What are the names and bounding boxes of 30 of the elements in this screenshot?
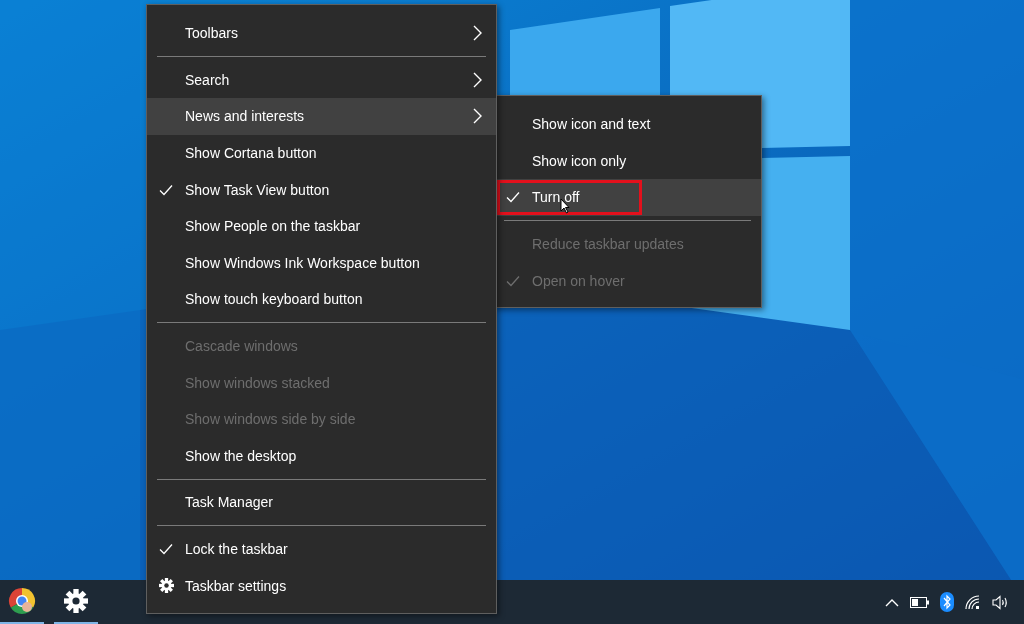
menu-item[interactable]: Toolbars	[147, 15, 496, 52]
chevron-right-icon	[473, 71, 482, 88]
bluetooth-icon[interactable]	[940, 592, 954, 612]
gear-icon	[64, 589, 88, 613]
speaker-icon[interactable]	[992, 594, 1010, 610]
checkmark-icon	[506, 191, 520, 204]
menu-item[interactable]: Search	[147, 61, 496, 99]
menu-item[interactable]: Show Windows Ink Workspace button	[147, 244, 496, 282]
chevron-right-icon	[473, 108, 482, 125]
caret-up-icon[interactable]	[885, 597, 899, 607]
gear-icon	[159, 578, 174, 594]
menu-item[interactable]: Task Manager	[147, 484, 496, 521]
menu-item[interactable]: Show icon only	[494, 142, 761, 180]
checkmark-icon	[159, 543, 173, 555]
menu-item[interactable]: Lock the taskbar	[147, 530, 496, 568]
menu-item[interactable]: News and interests	[147, 98, 496, 135]
menu-item[interactable]: Show touch keyboard button	[147, 281, 496, 318]
battery-icon[interactable]	[910, 596, 929, 608]
menu-item[interactable]: Show Task View button	[147, 171, 496, 208]
checkmark-icon	[159, 183, 173, 196]
menu-item[interactable]: Show icon and text	[494, 106, 761, 143]
menu-item[interactable]: Show People on the taskbar	[147, 207, 496, 245]
chevron-right-icon	[473, 25, 482, 42]
checkmark-icon	[506, 274, 520, 287]
wifi-icon[interactable]	[965, 594, 981, 610]
menu-item[interactable]: Turn off	[494, 179, 761, 216]
menu-item[interactable]: Show Cortana button	[147, 134, 496, 172]
menu-item[interactable]: Show the desktop	[147, 437, 496, 475]
menu-item[interactable]: Taskbar settings	[147, 567, 496, 604]
browser-icon	[8, 587, 36, 615]
